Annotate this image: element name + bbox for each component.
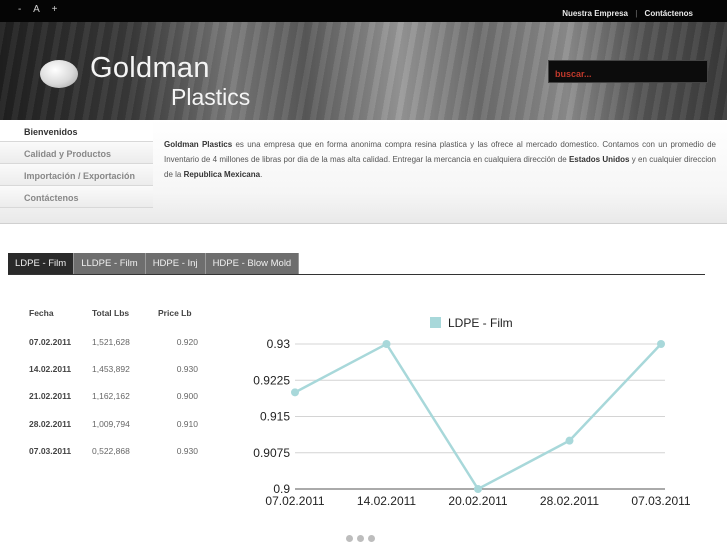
sidebar-item-calidad[interactable]: Calidad y Productos [0, 142, 153, 164]
cell-total-lbs: 0,522,868 [92, 445, 130, 456]
tab-lldpe-film[interactable]: LLDPE - Film [74, 253, 146, 274]
font-increase-button[interactable]: + [52, 4, 58, 15]
table-row: 07.02.2011 1,521,628 0.920 [29, 328, 198, 355]
cell-price-lb: 0.900 [176, 391, 198, 402]
table-row: 07.03.2011 0,522,868 0.930 [29, 437, 198, 464]
tab-hdpe-inj[interactable]: HDPE - Inj [145, 253, 206, 274]
price-line-chart: 0.930.92250.9150.90750.907.02.2011 14.02.… [253, 316, 691, 508]
tab-ldpe-film[interactable]: LDPE - Film [8, 253, 75, 274]
font-reset-button[interactable]: A [33, 4, 40, 15]
sidebar-item-contactenos[interactable]: Contáctenos [0, 186, 153, 208]
sidebar-item-importacion[interactable]: Importación / Exportación [0, 164, 153, 186]
cell-total-lbs: 1,453,892 [92, 363, 130, 374]
data-point [565, 436, 574, 445]
product-tabs: LDPE - Film LLDPE - Film HDPE - Inj HDPE… [8, 253, 300, 274]
nav-link-contactenos[interactable]: Contáctenos [645, 9, 693, 18]
cell-fecha: 21.02.2011 [29, 391, 72, 402]
pager-dot[interactable] [368, 535, 375, 542]
nav-link-empresa[interactable]: Nuestra Empresa [562, 9, 628, 18]
y-tick-label: 0.93 [267, 337, 291, 351]
intro-paragraph: Goldman Plastics es una empresa que en f… [164, 137, 716, 182]
table-row: 28.02.2011 1,009,794 0.910 [29, 410, 198, 437]
logo-disc-icon[interactable] [40, 60, 78, 88]
cell-price-lb: 0.930 [176, 445, 198, 456]
cell-price-lb: 0.930 [176, 363, 198, 374]
tab-underline [8, 274, 705, 275]
y-tick-label: 0.915 [260, 410, 290, 424]
table-header-row: Fecha Total Lbs Price Lb [29, 308, 198, 328]
cell-total-lbs: 1,521,628 [92, 336, 130, 347]
data-point [291, 388, 299, 397]
data-point [474, 485, 482, 493]
column-header-fecha: Fecha [29, 308, 54, 318]
intro-country-usa: Estados Unidos [568, 155, 630, 164]
cell-total-lbs: 1,162,162 [92, 391, 130, 402]
intro-text-3: . [260, 170, 263, 179]
pager-dot[interactable] [357, 535, 364, 542]
cell-price-lb: 0.910 [176, 418, 198, 429]
sidebar-menu: Bienvenidos Calidad y Productos Importac… [0, 120, 153, 224]
y-tick-label: 0.9075 [253, 446, 290, 460]
x-tick-label: 28.02.2011 [540, 494, 599, 508]
table-row: 21.02.2011 1,162,162 0.900 [29, 383, 198, 410]
cell-fecha: 28.02.2011 [29, 418, 72, 429]
y-tick-label: 0.9225 [253, 373, 290, 387]
chart-pager [346, 529, 379, 545]
search-input[interactable] [548, 60, 708, 83]
nav-separator: | [635, 9, 638, 18]
intro-brand: Goldman Plastics [164, 140, 233, 149]
data-point [657, 340, 665, 348]
x-tick-label: 07.02.2011 [265, 494, 324, 508]
table-row: 14.02.2011 1,453,892 0.930 [29, 355, 198, 382]
cell-fecha: 07.03.2011 [29, 445, 72, 456]
logo-word-plastics[interactable]: Plastics [171, 84, 250, 111]
column-header-price-lb: Price Lb [158, 308, 192, 318]
pager-dot[interactable] [346, 535, 353, 542]
column-header-total-lbs: Total Lbs [92, 308, 130, 318]
x-tick-label: 07.03.2011 [631, 494, 690, 508]
x-tick-label: 20.02.2011 [448, 494, 507, 508]
header-banner: Goldman Plastics [0, 22, 727, 120]
legend-swatch [430, 317, 441, 328]
cell-fecha: 14.02.2011 [29, 363, 72, 374]
sidebar-item-bienvenidos[interactable]: Bienvenidos [0, 120, 153, 142]
table-body: 07.02.2011 1,521,628 0.920 14.02.2011 1,453,… [29, 328, 198, 464]
data-point [382, 340, 391, 348]
top-nav: Nuestra Empresa | Contáctenos [562, 9, 693, 18]
cell-fecha: 07.02.2011 [29, 336, 72, 347]
top-bar: - A + Nuestra Empresa | Contáctenos [0, 0, 727, 22]
logo-word-goldman[interactable]: Goldman [90, 52, 210, 85]
font-size-controls: - A + [18, 4, 66, 15]
x-tick-label: 14.02.2011 [357, 494, 416, 508]
intro-country-mexico: Republica Mexicana [183, 170, 261, 179]
cell-price-lb: 0.920 [176, 336, 198, 347]
legend-label: LDPE - Film [448, 316, 513, 330]
tab-hdpe-blow-mold[interactable]: HDPE - Blow Mold [205, 253, 300, 274]
cell-total-lbs: 1,009,794 [92, 418, 130, 429]
price-table: Fecha Total Lbs Price Lb 07.02.2011 1,521… [29, 308, 198, 464]
font-decrease-button[interactable]: - [18, 4, 21, 15]
